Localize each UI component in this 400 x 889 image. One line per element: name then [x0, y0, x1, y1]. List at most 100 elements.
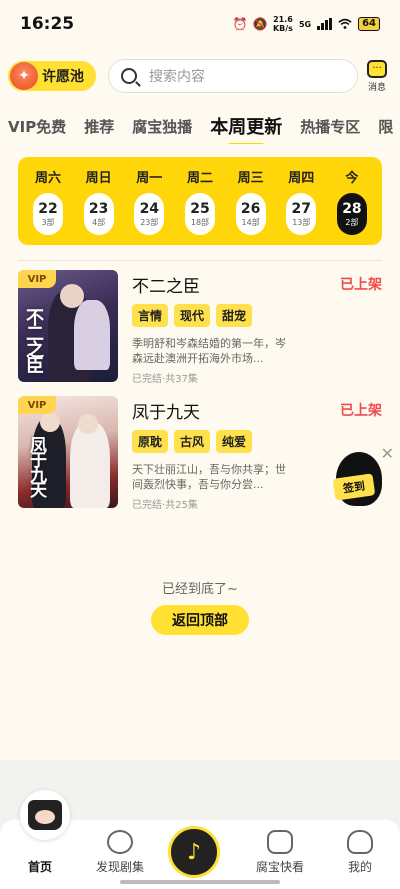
messages-button[interactable]: ··· 消息: [362, 59, 392, 93]
day-wednesday[interactable]: 周三 26 14部: [227, 167, 275, 245]
net-speed-value: 21.6: [273, 15, 293, 24]
day-pill: 26 14部: [235, 193, 266, 235]
day-pill: 22 3部: [33, 193, 63, 235]
nav-label: 首页: [27, 860, 52, 874]
day-name: 周日: [85, 171, 112, 186]
nav-label: 腐宝快看: [255, 860, 304, 874]
alarm-icon: ⏰: [232, 17, 248, 31]
sign-in-widget[interactable]: 签到 ✕: [332, 442, 394, 512]
tag: 言情: [132, 304, 169, 327]
day-count: 2部: [345, 217, 359, 227]
mascot-icon: [347, 830, 373, 854]
day-count: 4部: [92, 217, 106, 227]
top-bar: ✦ 许愿池 搜索内容 ··· 消息: [8, 58, 392, 94]
status-bar: 16:25 ⏰ 🔕 21.6 KB/s 5G 64: [0, 0, 400, 48]
item-meta: 已完结·共25集: [132, 500, 198, 511]
list-item[interactable]: 不二之臣 VIP 不二之臣 已上架 言情 现代 甜宠 季明舒和岑森结婚的第一年，…: [18, 270, 382, 385]
day-sunday[interactable]: 周日 23 4部: [75, 167, 123, 245]
wifi-icon: [338, 17, 352, 31]
day-date: 24: [139, 200, 160, 217]
day-name: 周二: [186, 171, 213, 186]
tab-limited[interactable]: 限: [378, 116, 393, 137]
day-date: 26: [240, 200, 261, 217]
music-disc-icon: ♪: [186, 839, 202, 865]
tab-recommend[interactable]: 推荐: [84, 116, 114, 137]
status-time: 16:25: [20, 14, 75, 34]
nav-label: 发现剧集: [95, 860, 144, 874]
status-badge: 已上架: [340, 403, 382, 419]
day-pill: 27 13部: [286, 193, 317, 235]
nav-profile[interactable]: 我的: [320, 820, 400, 889]
vip-badge: VIP: [18, 396, 56, 414]
network-type: 5G: [298, 19, 312, 29]
day-name: 周一: [136, 171, 163, 186]
day-count: 14部: [241, 217, 260, 227]
day-count: 3部: [41, 217, 55, 227]
wish-pool-button[interactable]: ✦ 许愿池: [8, 61, 96, 91]
close-icon[interactable]: ✕: [381, 444, 394, 463]
item-description: 天下壮丽江山，吾与你共享；世间轰烈快事，吾与你分尝...: [132, 463, 286, 491]
tab-exclusive[interactable]: 腐宝独播: [132, 116, 192, 137]
day-pill: 23 4部: [83, 193, 114, 235]
nav-discover[interactable]: 发现剧集: [80, 820, 160, 889]
signal-icon: [317, 18, 333, 30]
cover-image: 凤于九天 VIP: [18, 396, 118, 508]
list-item[interactable]: 凤于九天 VIP 凤于九天 已上架 原耽 古风 纯爱 天下壮丽江山，吾与你共享；…: [18, 396, 382, 511]
battery-indicator: 64: [358, 17, 380, 31]
status-badge: 已上架: [340, 277, 382, 293]
tab-hot[interactable]: 热播专区: [300, 116, 360, 137]
search-input[interactable]: 搜索内容: [108, 59, 358, 93]
category-tabs: VIP免费 推荐 腐宝独播 本周更新 热播专区 限: [0, 108, 400, 144]
item-description: 季明舒和岑森结婚的第一年，岑森远赴澳洲开拓海外市场...: [132, 337, 286, 365]
cover-title: 不二之臣: [23, 308, 44, 372]
day-thursday[interactable]: 周四 27 13部: [277, 167, 325, 245]
search-placeholder: 搜索内容: [149, 69, 205, 85]
day-name: 今: [345, 171, 359, 186]
cover-face: [40, 412, 60, 432]
day-today[interactable]: 今 28 2部: [328, 167, 376, 245]
day-count: 13部: [292, 217, 311, 227]
status-icons: ⏰ 🔕 21.6 KB/s 5G 64: [232, 15, 380, 33]
tag: 现代: [174, 304, 211, 327]
back-to-top-button[interactable]: 返回顶部: [151, 605, 249, 635]
tab-weekly-update[interactable]: 本周更新: [210, 113, 282, 144]
cover-figure: [70, 422, 110, 508]
music-disc-button[interactable]: ♪: [168, 826, 220, 878]
cover-face: [78, 414, 98, 434]
net-speed: 21.6 KB/s: [273, 15, 293, 33]
day-saturday[interactable]: 周六 22 3部: [24, 167, 72, 245]
day-date: 25: [190, 200, 210, 217]
wish-pool-label: 许愿池: [42, 69, 84, 85]
wish-pool-icon: ✦: [10, 62, 38, 90]
item-title: 不二之臣: [132, 277, 200, 297]
tag: 纯爱: [216, 430, 253, 453]
day-count: 23部: [140, 217, 159, 227]
cover-title: 凤于九天: [26, 436, 46, 496]
item-title: 凤于九天: [132, 403, 200, 423]
day-tuesday[interactable]: 周二 25 18部: [176, 167, 224, 245]
day-pill-selected: 28 2部: [336, 193, 367, 235]
planet-icon: [107, 830, 133, 854]
day-date: 27: [291, 200, 312, 217]
net-speed-unit: KB/s: [272, 24, 293, 33]
tab-vip-free[interactable]: VIP免费: [8, 116, 66, 137]
day-pill: 25 18部: [184, 193, 215, 235]
day-date: 23: [88, 200, 109, 217]
video-camera-icon: [267, 830, 293, 854]
day-name: 周六: [34, 171, 61, 186]
week-schedule: 周六 22 3部 周日 23 4部 周一 24 23部 周二 25 18部 周三…: [18, 157, 382, 245]
day-pill: 24 23部: [134, 193, 165, 235]
tag-list: 原耽 古风 纯爱: [132, 430, 253, 453]
day-date: 22: [38, 200, 58, 217]
day-monday[interactable]: 周一 24 23部: [125, 167, 173, 245]
tag: 甜宠: [216, 304, 253, 327]
nav-label: 我的: [347, 860, 372, 874]
messages-label: 消息: [367, 82, 386, 93]
day-name: 周三: [237, 171, 264, 186]
end-of-list-text: 已经到底了~: [162, 582, 238, 597]
mute-bell-icon: 🔕: [252, 17, 268, 31]
nav-quick-watch[interactable]: 腐宝快看: [240, 820, 320, 889]
tag-list: 言情 现代 甜宠: [132, 304, 253, 327]
tag: 原耽: [132, 430, 169, 453]
home-icon[interactable]: [20, 790, 70, 840]
